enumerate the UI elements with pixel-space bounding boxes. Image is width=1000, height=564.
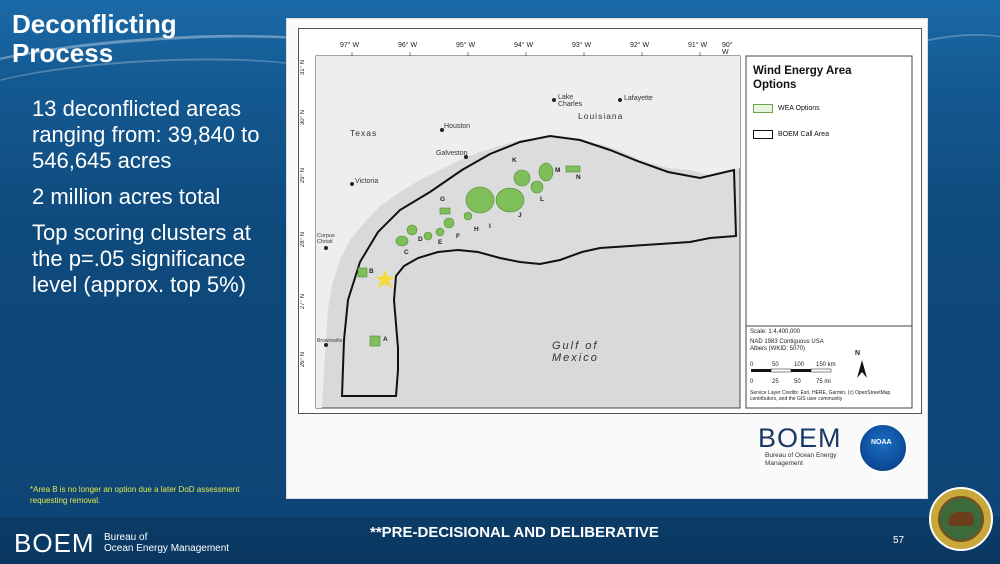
wea-area-c <box>395 235 409 247</box>
area-letter: H <box>474 226 479 233</box>
boem-logo-sub-line: Bureau of Ocean Energy <box>765 452 837 459</box>
wea-area-f <box>435 227 445 237</box>
wea-area-b <box>357 267 368 278</box>
seal-inner <box>938 496 984 542</box>
footer-boem-subtitle: Bureau of Ocean Energy Management <box>104 532 229 554</box>
lat-label: 31° N <box>300 60 306 76</box>
scale-tick: 150 km <box>816 362 836 368</box>
footer-logo-line: Bureau of <box>104 532 148 543</box>
legend-title: Wind Energy Area Options <box>753 64 852 92</box>
scale-info: Scale: 1:4,400,000 NAD 1983 Contiguous U… <box>746 326 912 408</box>
area-letter: J <box>518 212 522 219</box>
city-label: Lake Charles <box>558 94 583 108</box>
lon-label: 94° W <box>514 42 534 49</box>
department-seal-icon <box>929 487 993 551</box>
lon-label: 97° W <box>340 42 360 49</box>
lon-label: 90° W <box>722 42 733 56</box>
city-label: Victoria <box>355 178 379 185</box>
lat-label: 28° N <box>300 232 306 248</box>
lat-label: 26° N <box>300 352 306 368</box>
lat-label: 29° N <box>300 168 306 184</box>
area-letter: C <box>404 249 409 256</box>
state-label: Louisiana <box>578 111 624 121</box>
legend-label: WEA Options <box>778 105 820 112</box>
boem-logo-subtitle: Bureau of Ocean Energy Management <box>765 452 837 468</box>
scale-text: Scale: 1:4,400,000 <box>750 329 801 335</box>
area-letter: E <box>438 239 443 246</box>
area-letter: G <box>440 196 446 203</box>
graticule-ticks <box>351 52 701 56</box>
page-number: 57 <box>893 535 905 546</box>
lon-label: 93° W <box>572 42 592 49</box>
footer-logo-line: Ocean Energy Management <box>104 543 230 554</box>
noaa-logo-text: NOAA <box>871 439 892 446</box>
wea-area-h <box>463 211 473 221</box>
legend-label: BOEM Call Area <box>778 131 829 138</box>
area-letter: A <box>383 336 388 343</box>
wea-area-k <box>513 169 531 187</box>
map-credits: Service Layer Credits: Esri, HERE, Garmi… <box>750 390 891 402</box>
scale-tick: 50 <box>772 362 779 368</box>
wea-area-l <box>530 180 544 194</box>
city-label: Corpus Christi <box>317 233 335 245</box>
city-label: Lafayette <box>624 95 653 102</box>
city-label: Houston <box>444 123 471 130</box>
projection-text: Albers (WKID: 5070) <box>750 346 806 352</box>
city-label: Brownsville <box>317 338 343 344</box>
wea-swatch-icon <box>753 104 773 113</box>
wea-area-a <box>369 335 381 347</box>
north-label: N <box>855 350 861 357</box>
footer-boem-logo: BOEM <box>14 528 95 558</box>
scale-tick: 0 <box>750 379 754 385</box>
area-letter: F <box>456 233 460 240</box>
lat-label: 27° N <box>300 294 306 310</box>
scale-tick: 100 <box>794 362 805 368</box>
legend-item-wea: WEA Options <box>753 104 820 113</box>
wea-area-g2 <box>439 207 451 215</box>
wea-area-e <box>423 231 433 241</box>
area-letter: K <box>512 157 517 164</box>
state-label: Texas <box>350 128 378 138</box>
latitude-labels: 31° N 30° N 29° N 28° N 27° N 26° N <box>300 56 314 408</box>
area-letter: L <box>540 196 544 203</box>
area-letter: N <box>576 174 581 181</box>
boem-logo: BOEM <box>758 423 842 453</box>
area-letter: D <box>418 236 423 243</box>
legend-title-line: Options <box>753 79 797 91</box>
lon-label: 96° W <box>398 42 418 49</box>
lon-label: 91° W <box>688 42 708 49</box>
wea-area-n <box>565 165 581 173</box>
boem-logo-sub-line: Management <box>765 460 803 467</box>
legend-title-line: Wind Energy Area <box>753 65 852 77</box>
noaa-logo-icon: NOAA <box>858 423 908 473</box>
lat-label: 30° N <box>300 110 306 126</box>
water-body-label: Gulf of Mexico <box>552 340 599 364</box>
call-area-swatch-icon <box>753 130 773 139</box>
city-label: Galveston <box>436 150 468 157</box>
bison-icon <box>948 512 974 526</box>
area-letter: I <box>489 223 491 230</box>
scale-tick: 50 <box>794 379 801 385</box>
area-letter: B <box>369 268 374 275</box>
lon-label: 92° W <box>630 42 650 49</box>
wea-area-i <box>465 186 495 214</box>
scale-tick: 25 <box>772 379 779 385</box>
wea-area-g <box>443 217 455 229</box>
wea-area-d <box>406 224 418 236</box>
wea-area-m <box>538 162 554 182</box>
footer-notice: **PRE-DECISIONAL AND DELIBERATIVE <box>370 524 659 541</box>
scale-tick: 75 mi <box>816 379 831 385</box>
legend-box <box>745 55 913 327</box>
lon-label: 95° W <box>456 42 476 49</box>
area-letter: M <box>555 167 561 174</box>
wea-area-j <box>495 187 525 213</box>
legend-item-call-area: BOEM Call Area <box>753 130 829 139</box>
scale-tick: 0 <box>750 362 754 368</box>
